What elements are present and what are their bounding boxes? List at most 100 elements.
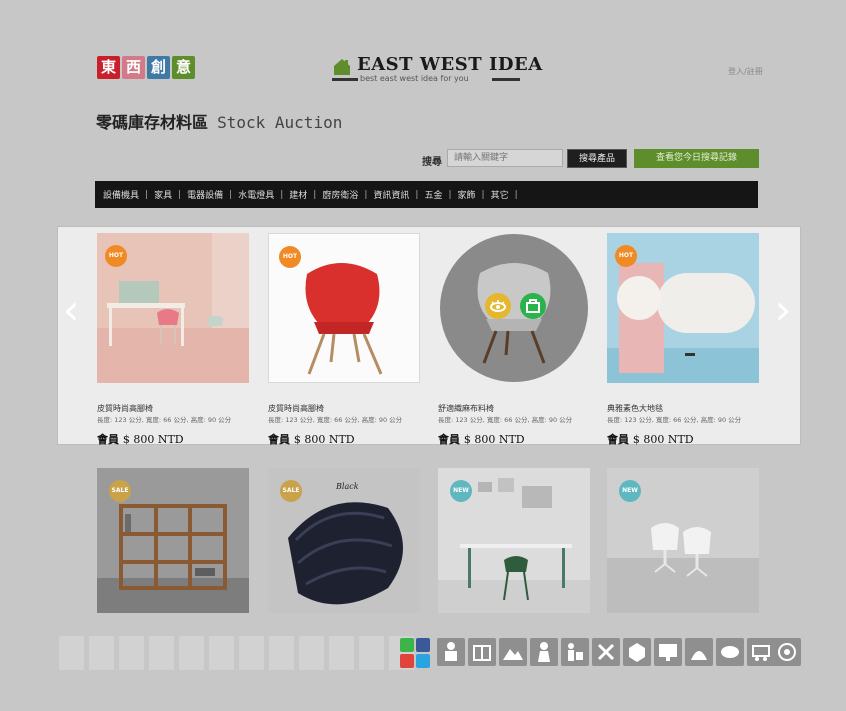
page-title: 零碼庫存材料區 Stock Auction [96,109,342,133]
member-label: 會員 [607,433,629,446]
line-icon[interactable] [400,638,414,652]
target-icon[interactable] [773,638,801,666]
product-name[interactable]: 舒適織麻布料椅 [438,403,494,414]
footer-placeholder [89,636,114,670]
product-image-desk[interactable]: HOT [97,233,249,383]
footer-placeholder [59,636,84,670]
product-spec: 長度: 123 公分, 寬度: 66 公分, 高度: 90 公分 [607,416,742,424]
product-price: 會員 $ 800 NTD [438,431,525,447]
grid-product-white-chairs[interactable]: NEW [607,468,759,613]
footer-placeholder [149,636,174,670]
logo-char: 東 [97,56,120,79]
craftsman-icon[interactable] [437,638,465,666]
product-name[interactable]: 典雅素色大地毯 [607,403,663,414]
product-image-rug[interactable]: HOT [607,233,759,383]
product-image-grey-chair[interactable] [438,233,590,383]
cart-icon[interactable] [747,638,775,666]
footer-placeholder [239,636,264,670]
product-price: 會員 $ 800 NTD [268,431,355,447]
nav-item-information[interactable]: 資訊資訊 [373,188,409,201]
nav-separator: | [514,189,518,200]
footer-placeholder [359,636,384,670]
product-price: 會員 $ 800 NTD [97,431,184,447]
member-label: 會員 [438,433,460,446]
twitter-icon[interactable] [416,654,430,668]
product-spec: 長度: 123 公分, 寬度: 66 公分, 高度: 90 公分 [97,416,232,424]
nav-separator: | [448,189,452,200]
nav-item-building-materials[interactable]: 建材 [289,188,307,201]
search-history-button[interactable]: 查看您今日搜尋記錄 [634,149,759,168]
cart-action-icon[interactable] [520,293,546,319]
nav-separator: | [145,189,149,200]
nav-item-kitchen-bath[interactable]: 廚房衛浴 [322,188,358,201]
price-value: $ 800 NTD [122,433,184,446]
footer-placeholder [329,636,354,670]
worker-icon[interactable] [530,638,558,666]
tools-icon[interactable] [592,638,620,666]
sale-badge: SALE [109,480,131,502]
carousel-prev-arrow[interactable]: ‹ [60,289,82,331]
hot-badge: HOT [105,245,127,267]
sale-badge: SALE [280,480,302,502]
bag-glyph [526,299,540,313]
nav-item-furniture[interactable]: 家具 [154,188,172,201]
footer-placeholder [269,636,294,670]
member-label: 會員 [97,433,119,446]
nav-item-hardware[interactable]: 五金 [424,188,442,201]
search-products-button[interactable]: 搜尋產品 [567,149,627,168]
nav-item-appliances[interactable]: 電器設備 [187,188,223,201]
eye-glyph [490,300,506,312]
nav-separator: | [229,189,233,200]
price-value: $ 800 NTD [293,433,355,446]
leaf-icon[interactable] [716,638,744,666]
product-image-red-chair[interactable]: HOT [268,233,420,383]
new-badge: NEW [450,480,472,502]
logo-char: 創 [147,56,170,79]
search-label: 搜尋 [422,157,442,168]
tagline-bar-right [492,78,520,81]
grid-product-shelf[interactable]: SALE [97,468,249,613]
page-title-chinese: 零碼庫存材料區 [96,113,209,132]
footer-placeholder [119,636,144,670]
new-badge: NEW [619,480,641,502]
product-price: 會員 $ 800 NTD [607,431,694,447]
footer-placeholder [179,636,204,670]
nav-item-lighting[interactable]: 水電燈具 [238,188,274,201]
member-label: 會員 [268,433,290,446]
brand-logo[interactable]: EAST WEST IDEA best east west idea for y… [332,54,542,86]
search-input[interactable] [447,149,563,167]
nav-item-other[interactable]: 其它 [491,188,509,201]
nav-separator: | [415,189,419,200]
view-icon[interactable] [485,293,511,319]
product-spec: 長度: 123 公分, 寬度: 66 公分, 高度: 90 公分 [268,416,403,424]
facebook-icon[interactable] [416,638,430,652]
cube-icon[interactable] [623,638,651,666]
carousel-next-arrow[interactable]: › [772,289,794,331]
login-link[interactable]: 登入/註冊 [728,66,763,77]
page: 東 西 創 意 EAST WEST IDEA best east west id… [0,0,846,711]
weibo-icon[interactable] [400,654,414,668]
site-logo-chinese[interactable]: 東 西 創 意 [97,56,195,79]
product-name[interactable]: 皮質時尚高腳椅 [97,403,153,414]
grid-product-workspace[interactable]: NEW [438,468,590,613]
page-title-english: Stock Auction [217,113,343,132]
nav-separator: | [280,189,284,200]
tagline-bar-left [332,78,358,81]
grid-product-blanket[interactable]: SALE Black [268,468,420,613]
mover-icon[interactable] [561,638,589,666]
grey-chair-image [440,234,588,382]
logo-char: 西 [122,56,145,79]
garden-icon[interactable] [685,638,713,666]
footer-placeholder [299,636,324,670]
logo-char: 意 [172,56,195,79]
nav-separator: | [481,189,485,200]
product-name[interactable]: 皮質時尚高腳椅 [268,403,324,414]
landscape-icon[interactable] [499,638,527,666]
board-icon[interactable] [654,638,682,666]
house-icon [334,59,350,75]
nav-item-home-decor[interactable]: 家飾 [458,188,476,201]
nav-item-equipment[interactable]: 設備機具 [103,188,139,201]
footer-bar [57,636,801,670]
footer-placeholder [209,636,234,670]
package-icon[interactable] [468,638,496,666]
